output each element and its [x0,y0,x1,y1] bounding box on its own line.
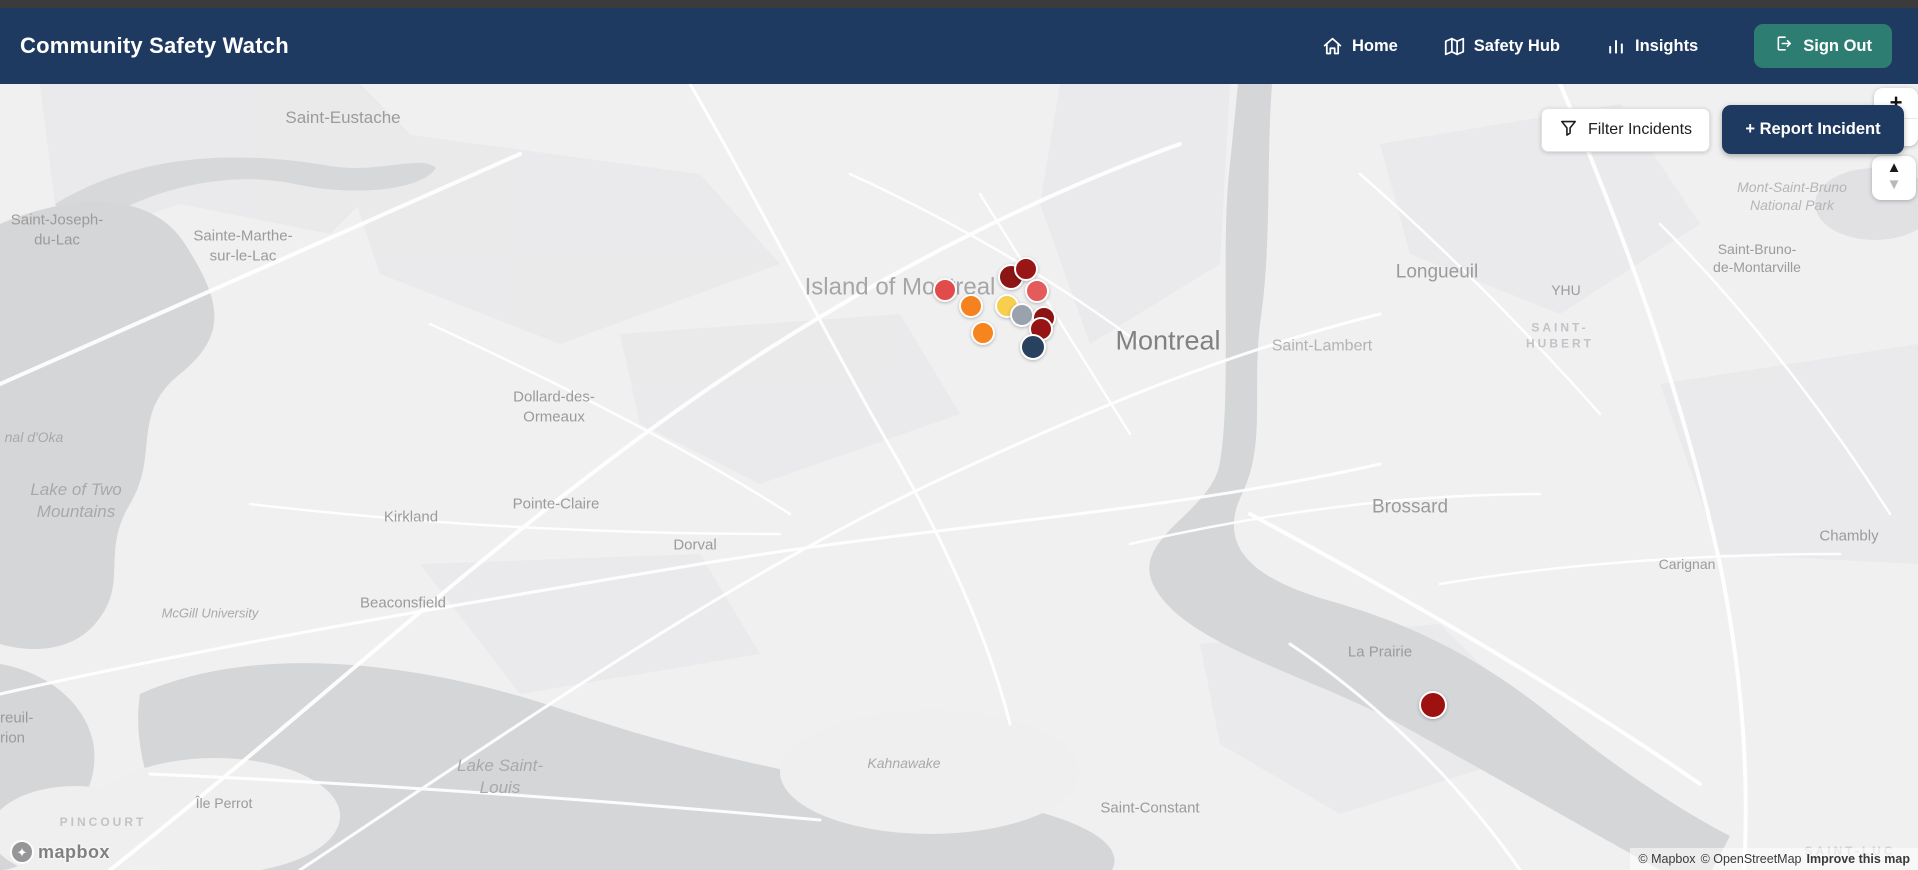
map-label: Montreal [1115,325,1221,356]
incident-marker[interactable] [959,294,983,318]
improve-this-map-link[interactable]: Improve this map [1807,852,1911,866]
map-label: Kahnawake [867,754,941,771]
filter-incidents-button[interactable]: Filter Incidents [1541,108,1710,152]
incident-marker[interactable] [1419,691,1447,719]
incident-marker[interactable] [1025,279,1049,303]
nav-safety-hub[interactable]: Safety Hub [1444,36,1560,57]
map-label: Saint-Joseph-du-Lac [10,211,104,249]
nav-home-label: Home [1351,36,1398,55]
map-label: Dorval [673,536,717,554]
attribution-mapbox-link[interactable]: © Mapbox [1638,852,1695,866]
map-label: Saint-Bruno-de-Montarville [1713,240,1801,275]
bar-chart-icon [1606,36,1626,56]
map-label: PINCOURT [59,815,147,830]
map-label: Lake of Two Mountains [30,479,122,521]
log-out-icon [1774,34,1793,58]
pitch-up-arrow-icon[interactable]: ▲ [1872,159,1916,177]
map-label: Carignan [1658,555,1716,572]
map-label: Longueuil [1395,261,1479,283]
basemap-graphics [0,84,1918,870]
map-label: Lake Saint- Louis [457,755,543,797]
nav-insights[interactable]: Insights [1606,36,1698,56]
map-label: Saint-Eustache [285,107,401,127]
mapbox-logo-word: mapbox [38,841,111,862]
map-label: Dollard-des- Ormeaux [513,388,595,426]
map-label: Saint-Lambert [1271,337,1373,355]
app-title: Community Safety Watch [20,33,289,58]
filter-incidents-label: Filter Incidents [1587,121,1693,138]
map-label: Kirkland [383,508,439,526]
map-label: La Prairie [1347,643,1413,661]
funnel-icon [1559,118,1578,142]
map-label: Pointe-Claire [512,495,600,513]
incident-marker[interactable] [971,321,995,345]
map-icon [1444,36,1465,57]
mapbox-logo[interactable]: ✦ mapbox [10,840,110,864]
map-label: nal d'Oka [4,428,64,445]
pitch-down-arrow-icon[interactable]: ▼ [1872,177,1916,193]
map-label: YHU [1551,281,1581,298]
incident-marker[interactable] [1020,334,1046,360]
incident-marker[interactable] [1014,257,1038,281]
map-label: Chambly [1819,527,1879,545]
sign-out-label: Sign Out [1803,36,1872,55]
sign-out-button[interactable]: Sign Out [1754,24,1892,68]
app-header: Community Safety Watch Home Safety Hub I… [0,8,1918,84]
map-label: McGill University [161,605,259,621]
nav-home[interactable]: Home [1322,36,1398,57]
map-label: Mont-Saint-Bruno National Park [1737,178,1847,213]
map-attribution: © Mapbox © OpenStreetMap Improve this ma… [1630,848,1918,870]
attribution-osm-link[interactable]: © OpenStreetMap [1701,852,1802,866]
pitch-control: ▲ ▼ [1872,156,1916,200]
mapbox-logo-icon: ✦ [10,840,34,864]
incident-marker[interactable] [933,278,957,302]
map-label: Beaconsfield [360,594,446,612]
report-incident-button[interactable]: + Report Incident [1722,105,1904,154]
map-label: Brossard [1371,496,1449,518]
map-label: SAINT- HUBERT [1526,320,1594,350]
map-label: Sainte-Marthe-sur-le-Lac [193,227,293,265]
map-label: reuil-rion [0,709,34,747]
map-label: Saint-Constant [1100,799,1200,817]
map-canvas[interactable]: + − ▲ ▼ Filter Incidents + Report Incide… [0,84,1918,870]
nav-safety-hub-label: Safety Hub [1473,36,1560,55]
map-label: Île Perrot [195,794,253,811]
nav-insights-label: Insights [1634,36,1699,55]
browser-top-strip [0,0,1918,8]
main-nav: Home Safety Hub Insights Sign Out [1322,24,1892,68]
home-icon [1322,36,1343,57]
